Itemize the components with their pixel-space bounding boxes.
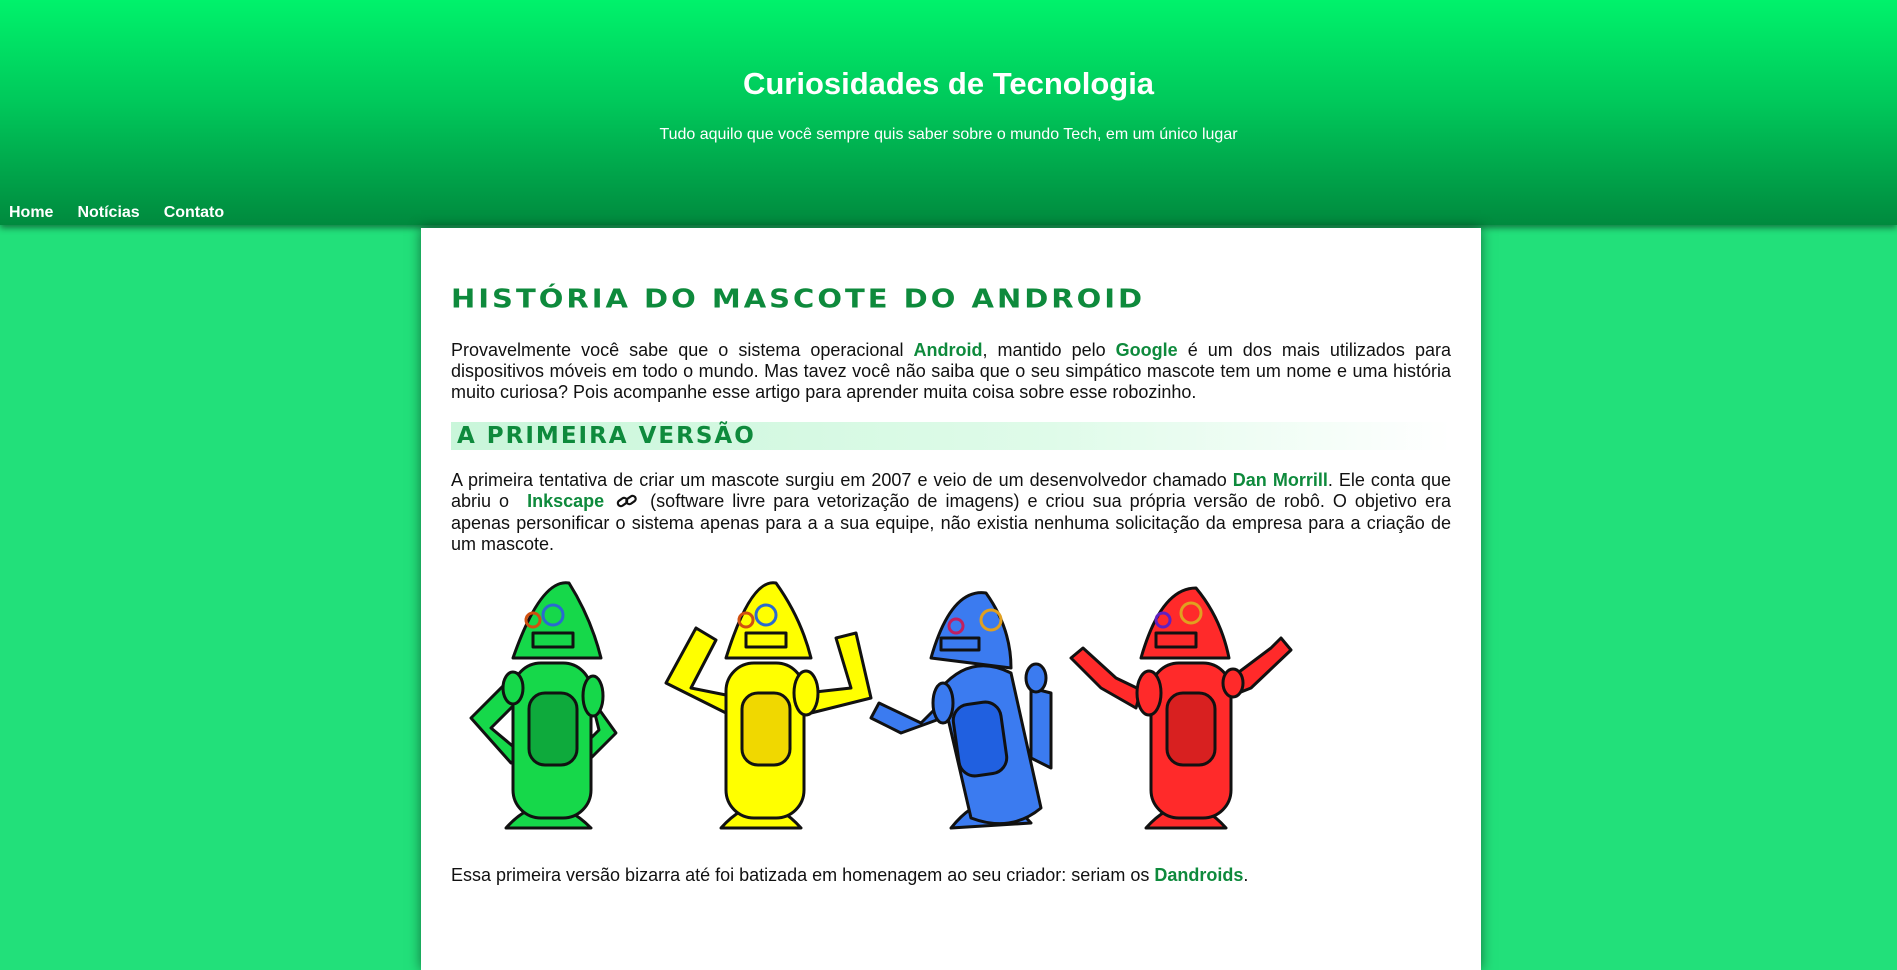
red-robot	[1069, 586, 1293, 830]
yellow-robot	[664, 581, 873, 830]
android-link[interactable]: Android	[913, 340, 982, 360]
nav-home[interactable]: Home	[9, 202, 53, 224]
dandroids-image	[469, 581, 1293, 830]
site-subtitle: Tudo aquilo que você sempre quis saber s…	[659, 126, 1238, 143]
article-title: História do Mascote do Android	[451, 283, 1146, 314]
p2-text-1: Essa primeira versão bizarra até foi bat…	[451, 865, 1155, 885]
intro-text-2: , mantido pelo	[982, 340, 1116, 360]
blue-robot	[869, 591, 1053, 830]
nav-contato[interactable]: Contato	[164, 202, 224, 224]
section-heading-bar: A Primeira Versão	[451, 422, 1451, 450]
intro-paragraph: Provavelmente você sabe que o sistema op…	[451, 340, 1451, 403]
dandroids-paragraph: Essa primeira versão bizarra até foi bat…	[451, 865, 1451, 886]
nav-noticias[interactable]: Notícias	[77, 202, 139, 224]
p1-text-1: A primeira tentativa de criar um mascote…	[451, 470, 1233, 490]
intro-text-1: Provavelmente você sabe que o sistema op…	[451, 340, 914, 360]
article-container: História do Mascote do Android Provavelm…	[421, 228, 1481, 970]
dan-morrill-link[interactable]: Dan Morrill	[1233, 470, 1328, 490]
site-title: Curiosidades de Tecnologia	[742, 66, 1155, 101]
section1-paragraph: A primeira tentativa de criar um mascote…	[451, 470, 1451, 555]
main-nav: Home Notícias Contato	[9, 202, 224, 224]
p2-text-2: .	[1243, 865, 1249, 885]
site-header: Curiosidades de Tecnologia Tudo aquilo q…	[0, 0, 1897, 225]
external-link-icon[interactable]	[616, 492, 638, 513]
inkscape-link[interactable]: Inkscape	[527, 491, 604, 511]
dandroids-link[interactable]: Dandroids	[1154, 865, 1243, 885]
green-robot	[469, 581, 618, 830]
section-heading: A Primeira Versão	[457, 423, 756, 449]
google-link[interactable]: Google	[1116, 340, 1178, 360]
